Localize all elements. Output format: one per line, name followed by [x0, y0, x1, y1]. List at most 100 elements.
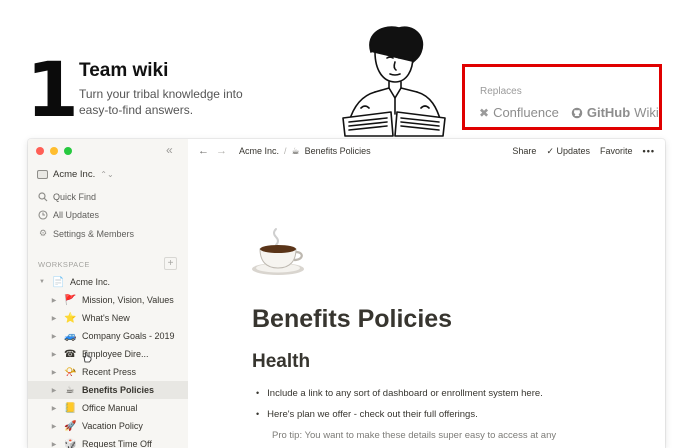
page-title[interactable]: Benefits Policies: [252, 305, 452, 334]
sidebar-page-label: Vacation Policy: [82, 421, 143, 431]
search-icon: [38, 192, 48, 202]
page-emoji-icon: 📒: [64, 402, 77, 414]
confluence-icon: ✖: [479, 105, 490, 120]
back-arrow-icon[interactable]: ←: [198, 145, 209, 157]
sidebar-page-label: Benefits Policies: [82, 385, 155, 395]
main-content: ← → Acme Inc. / ☕ Benefits Policies Shar…: [188, 139, 665, 448]
sidebar-item-settings[interactable]: ⚙ Settings & Members: [38, 228, 134, 239]
sidebar-page-item[interactable]: ▶ 🎲 Request Time Off: [28, 435, 188, 448]
page-emoji-icon: 🚀: [64, 420, 77, 432]
gear-icon: ⚙: [38, 228, 48, 238]
sidebar-page-label: Request Time Off: [82, 439, 152, 448]
window-controls: [36, 147, 72, 155]
expand-down-icon[interactable]: ▼: [38, 279, 46, 285]
breadcrumb-page[interactable]: Benefits Policies: [305, 146, 371, 156]
expand-right-icon[interactable]: ▶: [50, 333, 58, 340]
sidebar-page-label: Recent Press: [82, 367, 137, 377]
sidebar-page-item[interactable]: ▶ 📒 Office Manual: [28, 399, 188, 417]
pro-tip-text[interactable]: Pro tip: You want to make these details …: [272, 430, 556, 441]
favorite-button[interactable]: Favorite: [600, 146, 633, 156]
sidebar-page-item[interactable]: ▶ ☎ Employee Dire...: [28, 345, 188, 363]
forward-arrow-icon[interactable]: →: [216, 145, 227, 157]
section-heading[interactable]: Health: [252, 351, 310, 373]
bullet-text: Include a link to any sort of dashboard …: [267, 388, 543, 399]
history-nav: ← →: [198, 145, 227, 157]
bullet-text: Here's plan we offer - check out their f…: [267, 409, 478, 420]
sidebar-item-label: Settings & Members: [53, 228, 135, 239]
replaced-confluence: Confluence: [493, 105, 559, 120]
sidebar-page-item[interactable]: ▼ 📄 Acme Inc.: [28, 273, 188, 291]
sidebar-page-label: What's New: [82, 313, 130, 323]
minimize-window-button[interactable]: [50, 147, 58, 155]
sidebar-page-item[interactable]: ▶ 📯 Recent Press: [28, 363, 188, 381]
sidebar-page-label: Acme Inc.: [70, 277, 111, 287]
breadcrumb-page-emoji: ☕: [291, 145, 300, 156]
updates-button[interactable]: ✓ Updates: [546, 146, 590, 157]
add-page-button[interactable]: +: [164, 257, 177, 270]
breadcrumb-workspace[interactable]: Acme Inc.: [239, 146, 279, 156]
replaced-github: GitHub: [586, 105, 631, 120]
bullet-dot: •: [256, 388, 260, 398]
sidebar-item-all-updates[interactable]: All Updates: [38, 210, 99, 220]
page-emoji-icon: 📯: [64, 366, 77, 378]
expand-right-icon[interactable]: ▶: [50, 297, 58, 304]
bullet-item[interactable]: • Include a link to any sort of dashboar…: [256, 388, 543, 399]
expand-right-icon[interactable]: ▶: [50, 387, 58, 394]
replaced-wiki: Wiki: [634, 105, 659, 120]
sidebar-page-label: Company Goals - 2019: [82, 331, 175, 341]
reading-person-illustration: [342, 26, 446, 137]
coffee-cup-icon[interactable]: [250, 227, 306, 277]
updates-label: Updates: [556, 145, 591, 156]
page-emoji-icon: 🚩: [64, 294, 77, 306]
chevron-updown-icon: ⌃⌄: [100, 170, 114, 179]
top-bar: ← → Acme Inc. / ☕ Benefits Policies Shar…: [188, 139, 665, 163]
collapse-sidebar-icon[interactable]: «: [166, 143, 173, 157]
expand-right-icon[interactable]: ▶: [50, 441, 58, 448]
page-emoji-icon: 🚙: [64, 330, 77, 342]
feature-title: Team wiki: [79, 60, 169, 81]
expand-right-icon[interactable]: ▶: [50, 423, 58, 430]
sidebar-page-item[interactable]: ▶ ☕ Benefits Policies: [28, 381, 188, 399]
notion-app-window: « Acme Inc. ⌃⌄ Quick Find All Updates ⚙ …: [28, 139, 665, 448]
page-emoji-icon: ⭐: [64, 312, 77, 324]
sidebar-page-label: Mission, Vision, Values: [82, 295, 174, 305]
check-icon: ✓: [546, 145, 554, 156]
sidebar: « Acme Inc. ⌃⌄ Quick Find All Updates ⚙ …: [28, 139, 188, 448]
sidebar-item-label: All Updates: [53, 210, 100, 220]
page-emoji-icon: ☕: [65, 384, 75, 396]
workspace-icon: [37, 170, 48, 179]
sidebar-page-item[interactable]: ▶ 🚀 Vacation Policy: [28, 417, 188, 435]
replaces-box: Replaces ✖ Confluence GitHub Wiki: [462, 64, 662, 130]
workspace-name: Acme Inc.: [53, 169, 96, 180]
sidebar-page-item[interactable]: ▶ 🚩 Mission, Vision, Values: [28, 291, 188, 309]
sidebar-page-label: Office Manual: [82, 403, 138, 413]
workspace-switcher[interactable]: Acme Inc. ⌃⌄: [37, 169, 114, 180]
maximize-window-button[interactable]: [64, 147, 72, 155]
breadcrumb-separator: /: [284, 146, 287, 156]
expand-right-icon[interactable]: ▶: [50, 351, 58, 358]
feature-subtitle: Turn your tribal knowledge into easy-to-…: [79, 87, 243, 117]
replaced-tools: ✖ Confluence GitHub Wiki: [479, 105, 659, 120]
breadcrumb: Acme Inc. / ☕ Benefits Policies: [239, 146, 371, 157]
sidebar-item-label: Quick Find: [53, 192, 97, 202]
expand-right-icon[interactable]: ▶: [50, 369, 58, 376]
sidebar-page-item[interactable]: ▶ ⭐ What's New: [28, 309, 188, 327]
page-emoji-icon: 🎲: [64, 438, 77, 448]
page-emoji-icon: 📄: [52, 276, 65, 288]
bullet-dot: •: [256, 409, 260, 419]
workspace-section-label: WORKSPACE: [38, 260, 90, 269]
github-icon: [571, 107, 583, 118]
more-options-icon[interactable]: •••: [643, 146, 655, 156]
bullet-item[interactable]: • Here's plan we offer - check out their…: [256, 409, 478, 420]
expand-right-icon[interactable]: ▶: [50, 405, 58, 412]
page-emoji-icon: ☎: [64, 348, 77, 360]
share-button[interactable]: Share: [512, 146, 536, 156]
page-actions: Share ✓ Updates Favorite •••: [512, 139, 655, 163]
expand-right-icon[interactable]: ▶: [50, 315, 58, 322]
close-window-button[interactable]: [36, 147, 44, 155]
hand-cursor-icon: [83, 351, 92, 363]
sidebar-page-item[interactable]: ▶ 🚙 Company Goals - 2019: [28, 327, 188, 345]
clock-icon: [38, 210, 48, 220]
replaces-label: Replaces: [480, 86, 522, 97]
sidebar-item-quick-find[interactable]: Quick Find: [38, 192, 96, 202]
